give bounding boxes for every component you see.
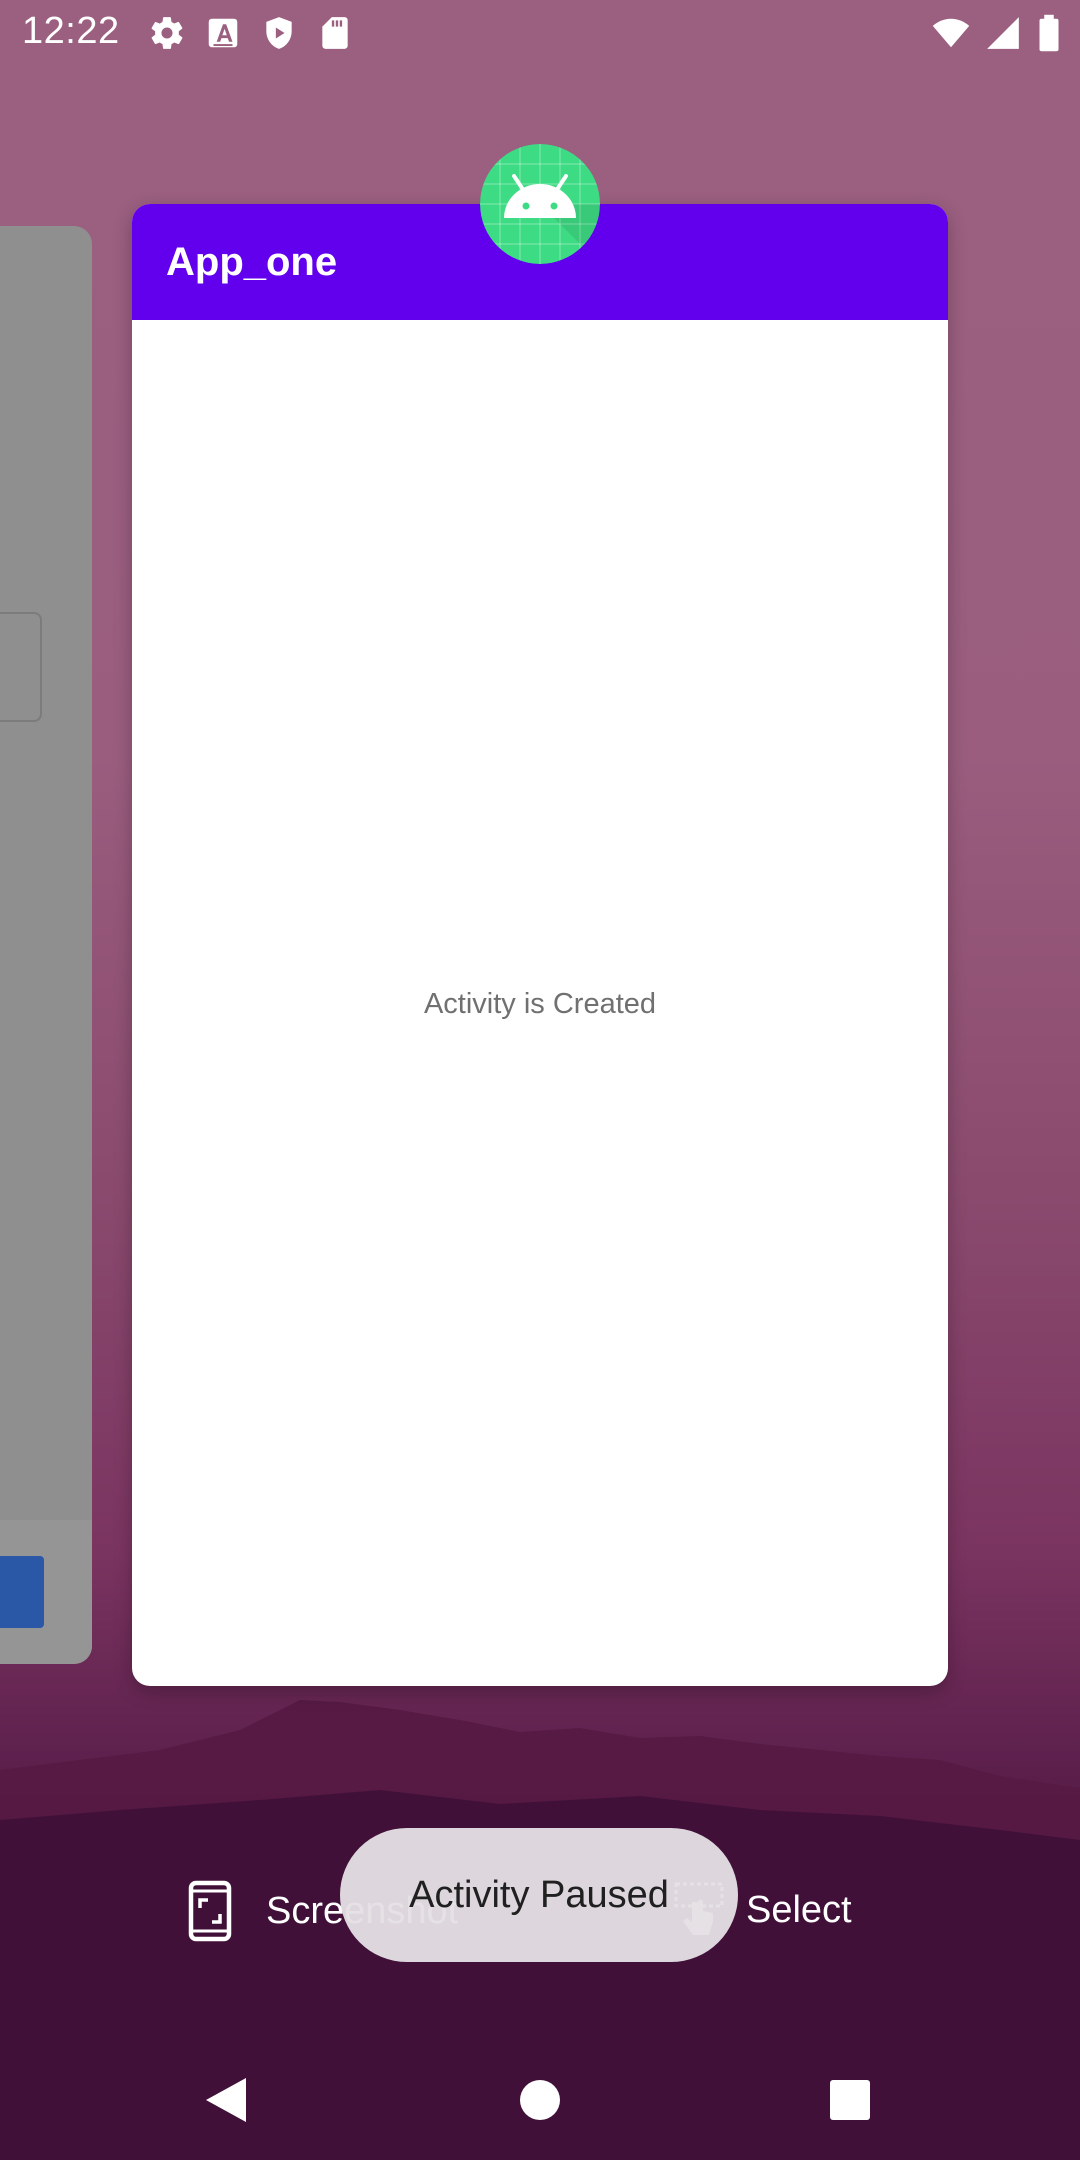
previous-app-card[interactable] bbox=[0, 226, 92, 1664]
android-app-icon[interactable] bbox=[480, 144, 600, 264]
back-button[interactable] bbox=[196, 2070, 256, 2130]
select-label: Select bbox=[746, 1888, 852, 1931]
app-card[interactable]: App_one Activity is Created bbox=[132, 204, 948, 1686]
battery-icon bbox=[1039, 14, 1059, 52]
back-icon bbox=[206, 2078, 246, 2122]
settings-icon bbox=[151, 17, 183, 49]
status-time: 12:22 bbox=[22, 10, 120, 52]
app-title: App_one bbox=[166, 240, 338, 284]
status-bar: 12:22 bbox=[0, 0, 1080, 66]
play-protect-icon bbox=[266, 17, 292, 49]
wifi-icon bbox=[932, 18, 970, 48]
navigation-bar bbox=[0, 2040, 1080, 2160]
signal-icon bbox=[987, 17, 1019, 49]
activity-status-text: Activity is Created bbox=[423, 988, 657, 1020]
toast-message: Activity Paused bbox=[340, 1828, 738, 1962]
previous-app-button bbox=[0, 1556, 44, 1628]
recents-screen: 12:22 App_one Activity is Created Select… bbox=[0, 0, 1080, 2160]
status-icons-left bbox=[148, 14, 354, 52]
previous-app-input-box bbox=[0, 612, 42, 722]
home-icon bbox=[520, 2080, 560, 2120]
toast-text: Activity Paused bbox=[409, 1873, 669, 1916]
recents-icon bbox=[830, 2080, 870, 2120]
sd-card-icon bbox=[322, 17, 348, 49]
recents-button[interactable] bbox=[820, 2070, 880, 2130]
font-a-icon bbox=[208, 18, 238, 48]
screenshot-icon bbox=[188, 1880, 232, 1942]
home-button[interactable] bbox=[510, 2070, 570, 2130]
status-icons-right bbox=[932, 14, 1062, 52]
